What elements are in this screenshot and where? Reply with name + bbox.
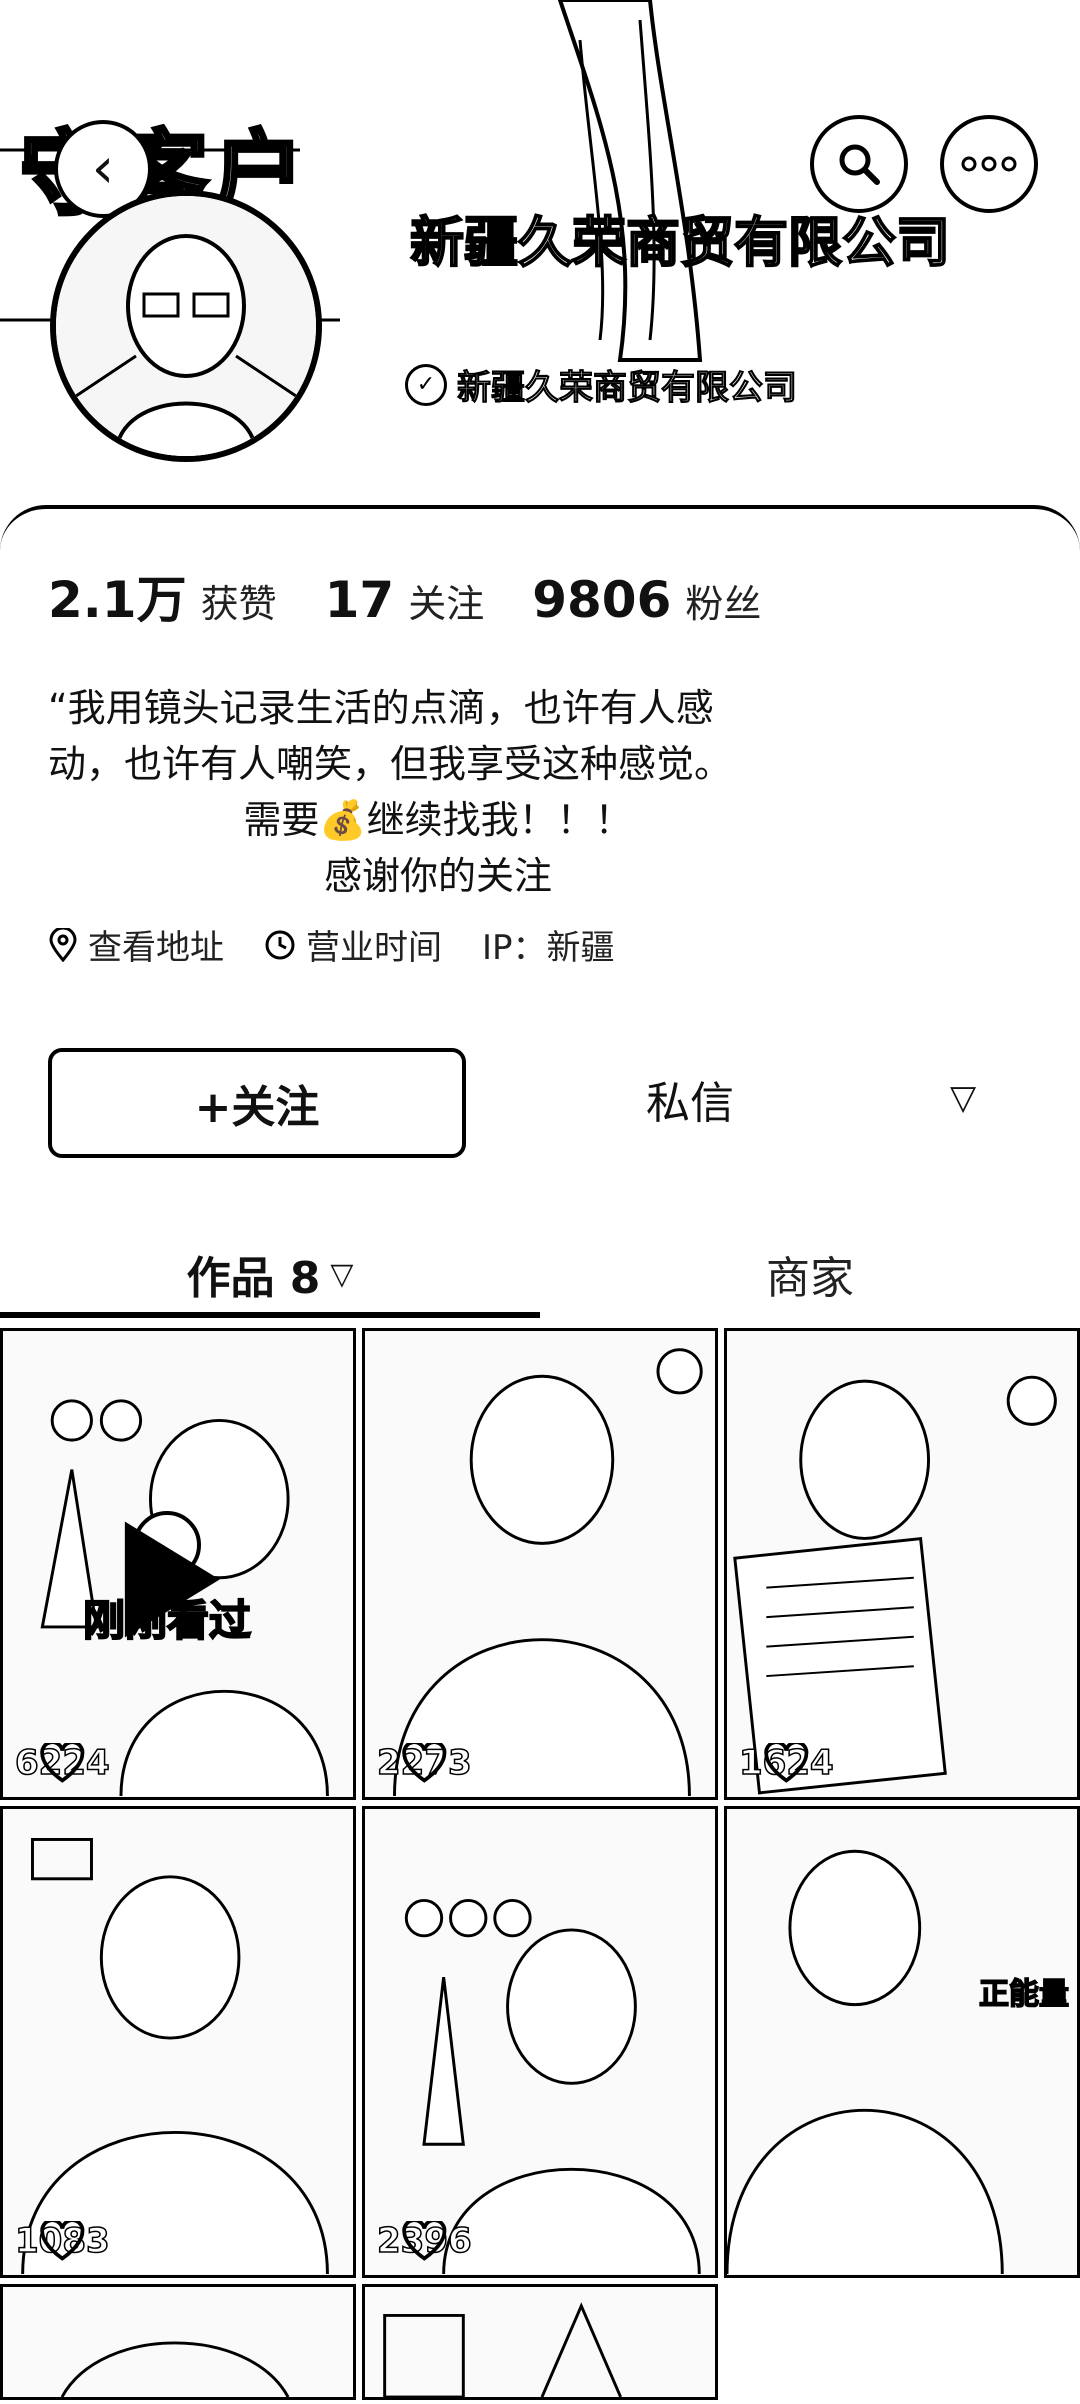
video-caption: 正能量: [978, 1976, 1070, 2013]
following-count: 17: [324, 571, 395, 629]
message-button[interactable]: 私信: [560, 1048, 820, 1150]
video-likes: 2273: [376, 1742, 472, 1784]
tab-works-label: 作品 8: [186, 1253, 321, 1304]
video-thumbnail: [365, 2287, 715, 2397]
ip-label: IP：新疆: [482, 928, 615, 968]
address-label: 查看地址: [88, 928, 224, 968]
heart-icon: [764, 1743, 809, 1783]
video-thumbnail: [3, 1809, 353, 2275]
avatar[interactable]: [50, 190, 322, 462]
verified-badge: ✓ 新疆久荣商贸有限公司: [405, 360, 798, 409]
chevron-down-icon: ▽: [330, 1256, 354, 1292]
video-thumbnail: [3, 2287, 353, 2397]
likes-stat: 2.1万 获赞: [48, 560, 277, 632]
video-tile[interactable]: 1624: [724, 1328, 1080, 1800]
followers-label: 粉丝: [685, 582, 762, 626]
profile-name: 新疆久荣商贸有限公司: [409, 210, 951, 275]
hours-label: 营业时间: [306, 928, 442, 968]
bio-line: 需要💰继续找我！！！: [243, 798, 633, 842]
bio-line: “我用镜头记录生活的点滴，也许有人感: [48, 686, 714, 730]
video-likes: 6224: [14, 1742, 110, 1784]
video-likes: 1624: [738, 1742, 834, 1784]
ip-location: IP：新疆: [482, 920, 615, 969]
followers-count: 9806: [532, 571, 672, 629]
followers-stat[interactable]: 9806 粉丝: [532, 571, 761, 629]
video-tile[interactable]: [0, 2284, 356, 2400]
more-dots-icon: [961, 156, 1017, 172]
following-label: 关注: [408, 582, 485, 626]
verified-check-icon: ✓: [405, 363, 447, 406]
location-pin-icon: [49, 927, 77, 962]
video-likes: 1083: [14, 2220, 110, 2262]
heart-icon: [402, 2221, 447, 2261]
bio-line: 动，也许有人嘲笑，但我享受这种感觉。: [48, 742, 733, 786]
search-button[interactable]: [810, 115, 908, 213]
profile-tabs: 作品 8 ▽ 商家: [0, 1228, 1080, 1320]
heart-icon: [40, 1743, 85, 1783]
status-bar: [0, 0, 1080, 90]
more-button[interactable]: [940, 115, 1038, 213]
heart-icon: [402, 1743, 447, 1783]
tab-shop[interactable]: 商家: [540, 1228, 1080, 1320]
heart-icon: [40, 2221, 85, 2261]
play-icon: [124, 1511, 220, 1638]
profile-header: 守客户 ‹ 新疆久荣商贸有限公司 ✓ 新疆久荣商贸有限公司: [0, 0, 1080, 520]
hours-link[interactable]: 营业时间: [264, 920, 442, 969]
video-tile[interactable]: 正能量: [724, 1806, 1080, 2278]
recently-watched-badge: 刚刚看过: [82, 1511, 252, 1648]
likes-count: 2.1万: [48, 571, 187, 629]
verified-label: 新疆久荣商贸有限公司: [457, 368, 798, 409]
video-tile[interactable]: 2396: [362, 1806, 718, 2278]
video-likes: 2396: [376, 2220, 472, 2262]
video-thumbnail: [727, 1809, 1077, 2275]
profile-stats: 2.1万 获赞 17 关注 9806 粉丝: [48, 560, 809, 632]
clock-icon: [265, 930, 295, 959]
tab-works[interactable]: 作品 8 ▽: [0, 1228, 540, 1320]
search-icon: [839, 144, 880, 185]
likes-label: 获赞: [200, 582, 277, 626]
video-thumbnail: [727, 1331, 1077, 1797]
video-tile[interactable]: 1083: [0, 1806, 356, 2278]
chevron-left-icon: ‹: [91, 136, 115, 201]
following-stat[interactable]: 17 关注: [325, 571, 485, 629]
follow-button[interactable]: +关注: [48, 1048, 466, 1158]
triangle-down-icon: ▽: [950, 1078, 977, 1118]
avatar-image: [56, 196, 316, 456]
video-thumbnail: [365, 1331, 715, 1797]
profile-meta: 查看地址 营业时间 IP：新疆: [48, 920, 615, 969]
video-thumbnail: [365, 1809, 715, 2275]
active-tab-indicator: [0, 1312, 540, 1318]
tab-shop-label: 商家: [766, 1253, 854, 1304]
address-link[interactable]: 查看地址: [48, 920, 224, 969]
bio-line: 感谢你的关注: [323, 854, 552, 898]
more-actions-dropdown[interactable]: ▽: [950, 1078, 976, 1118]
profile-bio: “我用镜头记录生活的点滴，也许有人感 动，也许有人嘲笑，但我享受这种感觉。 需要…: [48, 680, 828, 904]
video-tile[interactable]: 2273: [362, 1328, 718, 1800]
video-grid: 刚刚看过 6224 2273 1624 1083 2396 正能量: [0, 1328, 1080, 2400]
video-tile[interactable]: 刚刚看过 6224: [0, 1328, 356, 1800]
video-tile[interactable]: [362, 2284, 718, 2400]
